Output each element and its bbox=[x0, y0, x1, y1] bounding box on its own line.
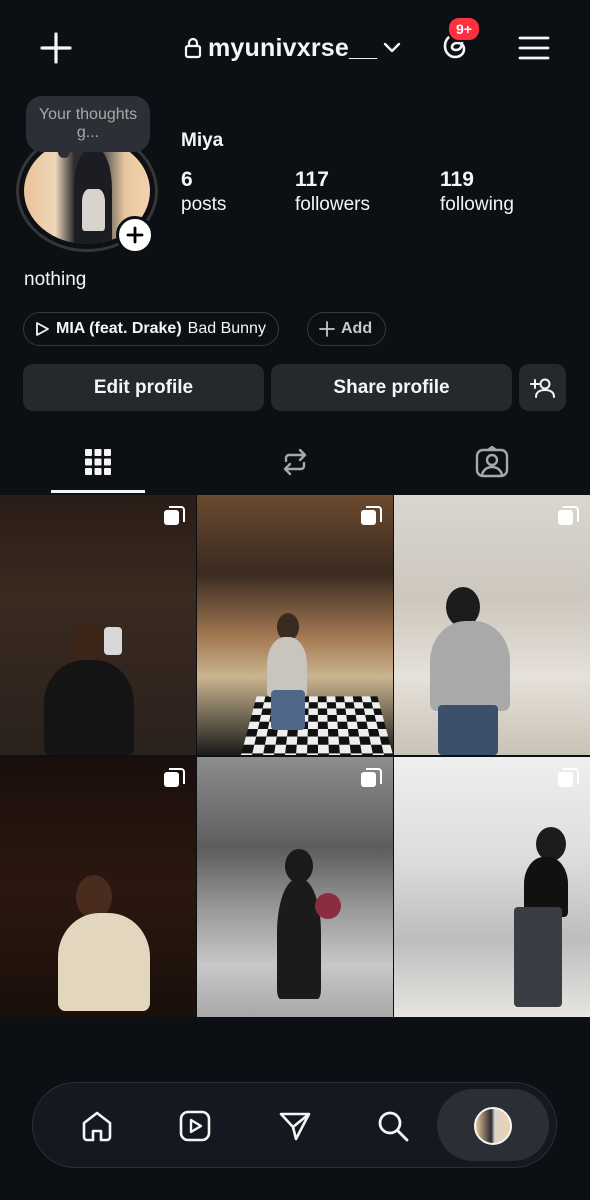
nav-reels[interactable] bbox=[165, 1096, 225, 1156]
carousel-icon bbox=[361, 506, 382, 525]
post-thumbnail[interactable] bbox=[394, 495, 590, 755]
username: myunivxrse__ bbox=[208, 33, 378, 62]
search-icon bbox=[378, 1111, 409, 1142]
music-title: MIA (feat. Drake) bbox=[56, 320, 182, 337]
account-switcher[interactable]: myunivxrse__ bbox=[184, 28, 401, 68]
plus-icon bbox=[126, 226, 144, 244]
grid-icon bbox=[85, 449, 111, 475]
plus-icon bbox=[40, 32, 72, 64]
nav-messages[interactable] bbox=[265, 1096, 325, 1156]
lock-icon bbox=[184, 37, 202, 59]
post-thumbnail[interactable] bbox=[0, 495, 196, 755]
profile-tabs bbox=[0, 430, 590, 494]
share-profile-button[interactable]: Share profile bbox=[271, 364, 512, 411]
add-link-button[interactable]: Add bbox=[307, 312, 387, 346]
tab-posts[interactable] bbox=[0, 430, 196, 494]
home-icon bbox=[82, 1111, 112, 1142]
posts-label: posts bbox=[181, 194, 227, 215]
followers-label: followers bbox=[295, 194, 370, 215]
nav-search[interactable] bbox=[363, 1096, 423, 1156]
carousel-icon bbox=[558, 768, 579, 787]
discover-people-button[interactable] bbox=[519, 364, 566, 411]
add-label: Add bbox=[341, 320, 373, 337]
carousel-icon bbox=[164, 768, 185, 787]
music-pill[interactable]: MIA (feat. Drake) Bad Bunny bbox=[23, 312, 279, 346]
display-name: Miya bbox=[181, 130, 224, 151]
posts-stat[interactable]: 6 posts bbox=[181, 168, 226, 218]
menu-button[interactable] bbox=[512, 26, 556, 70]
music-artist: Bad Bunny bbox=[187, 320, 266, 337]
carousel-icon bbox=[164, 506, 185, 525]
profile-avatar-icon bbox=[474, 1107, 512, 1145]
menu-icon bbox=[518, 36, 550, 60]
active-tab-indicator bbox=[51, 490, 145, 493]
following-stat[interactable]: 119 following bbox=[440, 168, 514, 218]
notification-badge: 9+ bbox=[447, 16, 481, 42]
edit-profile-button[interactable]: Edit profile bbox=[23, 364, 264, 411]
tab-tagged[interactable] bbox=[394, 430, 590, 494]
top-bar: myunivxrse__ 9+ bbox=[0, 0, 590, 96]
posts-count: 6 bbox=[181, 168, 193, 191]
nav-profile[interactable] bbox=[463, 1096, 523, 1156]
create-post-button[interactable] bbox=[34, 26, 78, 70]
note-bubble[interactable]: Your thoughts g... bbox=[26, 96, 150, 152]
followers-count: 117 bbox=[295, 168, 329, 191]
post-thumbnail[interactable] bbox=[0, 757, 196, 1017]
messages-icon bbox=[279, 1112, 311, 1141]
tab-reposts[interactable] bbox=[197, 430, 393, 494]
play-icon bbox=[36, 322, 49, 336]
bottom-navigation bbox=[32, 1082, 557, 1168]
add-person-icon bbox=[529, 378, 555, 398]
add-story-button[interactable] bbox=[116, 216, 154, 254]
carousel-icon bbox=[558, 506, 579, 525]
post-thumbnail[interactable] bbox=[394, 757, 590, 1017]
reposts-icon bbox=[283, 448, 307, 476]
posts-grid bbox=[0, 495, 590, 1017]
following-label: following bbox=[440, 194, 514, 215]
following-count: 119 bbox=[440, 168, 474, 191]
post-thumbnail[interactable] bbox=[197, 757, 393, 1017]
carousel-icon bbox=[361, 768, 382, 787]
bio-text: nothing bbox=[24, 269, 87, 290]
chevron-down-icon bbox=[383, 42, 401, 53]
post-thumbnail[interactable] bbox=[197, 495, 393, 755]
tagged-icon bbox=[475, 446, 509, 478]
nav-home[interactable] bbox=[67, 1096, 127, 1156]
followers-stat[interactable]: 117 followers bbox=[295, 168, 370, 218]
plus-icon bbox=[319, 321, 335, 337]
reels-icon bbox=[179, 1110, 211, 1142]
